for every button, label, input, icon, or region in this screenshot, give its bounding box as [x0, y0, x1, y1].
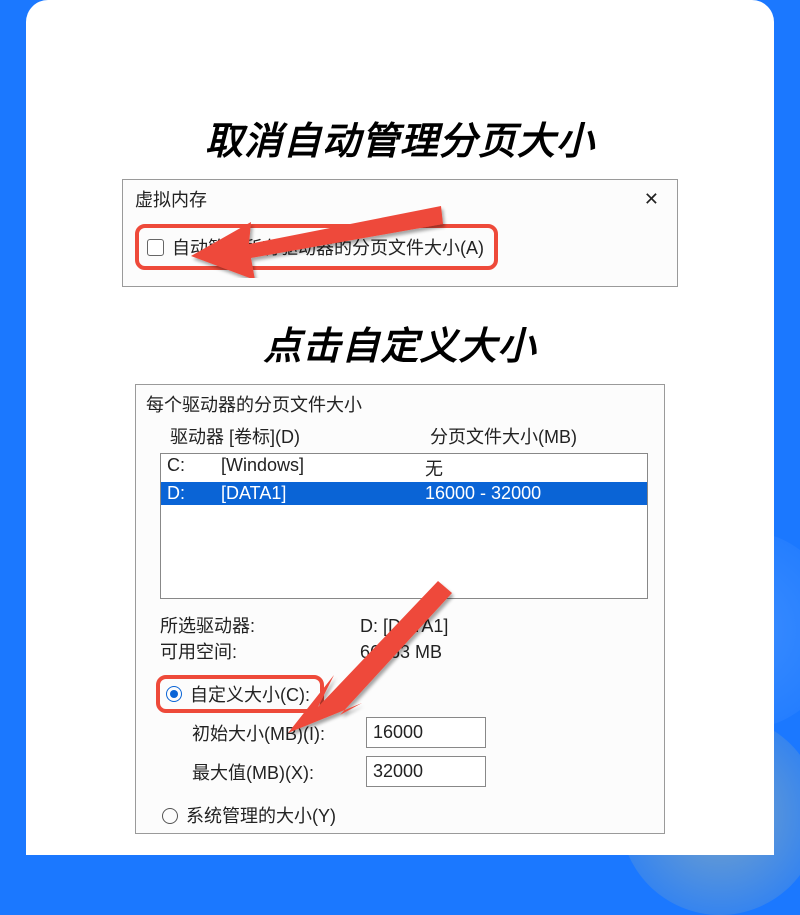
size-options: 自定义大小(C): 初始大小(MB)(I): 最大值(MB)(X): 系统管理的… — [136, 665, 664, 833]
panel2-wrap: 每个驱动器的分页文件大小 驱动器 [卷标](D) 分页文件大小(MB) C: [… — [135, 384, 665, 834]
virtual-memory-dialog: 虚拟内存 ✕ 自动管理所有驱动器的分页文件大小(A) — [122, 179, 678, 287]
page-file-panel: 每个驱动器的分页文件大小 驱动器 [卷标](D) 分页文件大小(MB) C: [… — [135, 384, 665, 834]
selected-drive-label: 所选驱动器: — [160, 613, 360, 639]
system-managed-radio[interactable] — [162, 808, 178, 824]
custom-size-radio[interactable] — [166, 686, 182, 702]
auto-manage-label: 自动管理所有驱动器的分页文件大小(A) — [172, 234, 484, 260]
instruction-heading-1: 取消自动管理分页大小 — [26, 110, 774, 165]
drive-letter: C: — [167, 455, 221, 481]
max-size-input[interactable] — [366, 756, 486, 787]
drive-list-header: 驱动器 [卷标](D) 分页文件大小(MB) — [136, 421, 664, 453]
custom-size-highlight: 自定义大小(C): — [156, 675, 324, 713]
instruction-heading-2: 点击自定义大小 — [26, 315, 774, 370]
drive-letter: D: — [167, 483, 221, 504]
free-space-value: 66163 MB — [360, 639, 442, 665]
drive-size: 16000 - 32000 — [425, 483, 641, 504]
close-icon[interactable]: ✕ — [638, 188, 665, 210]
header-drive: 驱动器 [卷标](D) — [170, 423, 430, 449]
auto-manage-checkbox[interactable] — [147, 239, 164, 256]
drive-size: 无 — [425, 455, 641, 481]
initial-size-input[interactable] — [366, 717, 486, 748]
content-card: 取消自动管理分页大小 虚拟内存 ✕ 自动管理所有驱动器的分页文件大小(A) — [26, 0, 774, 855]
dialog-title: 虚拟内存 — [135, 186, 207, 212]
header-size: 分页文件大小(MB) — [430, 423, 577, 449]
system-managed-label: 系统管理的大小(Y) — [186, 801, 336, 831]
drive-label: [Windows] — [221, 455, 425, 481]
group-title: 每个驱动器的分页文件大小 — [136, 391, 664, 421]
panel1-wrap: 虚拟内存 ✕ 自动管理所有驱动器的分页文件大小(A) — [122, 179, 678, 287]
custom-size-label: 自定义大小(C): — [190, 681, 310, 707]
drive-list[interactable]: C: [Windows] 无 D: [DATA1] 16000 - 32000 — [160, 453, 648, 599]
free-space-label: 可用空间: — [160, 639, 360, 665]
initial-size-label: 初始大小(MB)(I): — [192, 720, 366, 746]
auto-manage-highlight: 自动管理所有驱动器的分页文件大小(A) — [135, 224, 498, 270]
drive-row[interactable]: D: [DATA1] 16000 - 32000 — [161, 482, 647, 505]
drive-row[interactable]: C: [Windows] 无 — [161, 454, 647, 482]
dialog-titlebar: 虚拟内存 ✕ — [123, 180, 677, 214]
drive-info: 所选驱动器: D: [DATA1] 可用空间: 66163 MB — [136, 599, 664, 665]
max-size-label: 最大值(MB)(X): — [192, 759, 366, 785]
drive-label: [DATA1] — [221, 483, 425, 504]
selected-drive-value: D: [DATA1] — [360, 613, 448, 639]
